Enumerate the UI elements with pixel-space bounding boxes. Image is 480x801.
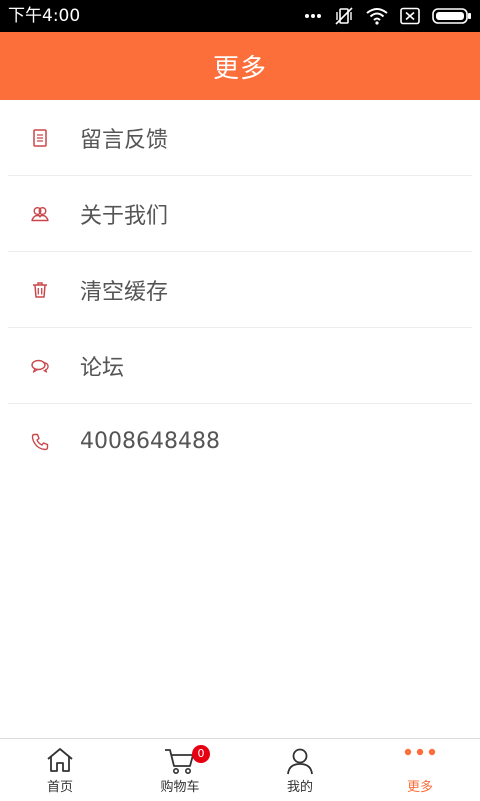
home-icon: [45, 747, 75, 773]
menu-item-forum[interactable]: 论坛: [8, 328, 472, 404]
status-time: 下午4:00: [8, 6, 81, 26]
menu-item-label: 论坛: [80, 355, 125, 381]
about-users-icon: [30, 204, 50, 224]
vibrate-off-icon: [334, 6, 354, 26]
menu-list: 留言反馈 关于我们 清空缓存 论坛 4008648488: [0, 100, 480, 479]
menu-item-phone[interactable]: 4008648488: [8, 404, 472, 479]
menu-item-label: 清空缓存: [80, 279, 169, 305]
menu-item-about-us[interactable]: 关于我们: [8, 176, 472, 252]
app-header: 更多: [0, 32, 480, 100]
battery-icon: [432, 7, 472, 25]
trash-icon: [30, 280, 50, 300]
status-icons: [304, 4, 472, 28]
feedback-document-icon: [30, 128, 50, 148]
tab-label: 更多: [406, 780, 433, 795]
tab-home[interactable]: 首页: [0, 739, 120, 801]
more-dots-icon: [403, 747, 437, 757]
menu-item-label: 关于我们: [80, 203, 169, 229]
page-title: 更多: [212, 53, 267, 84]
menu-item-feedback[interactable]: 留言反馈: [8, 100, 472, 176]
user-icon: [286, 747, 314, 775]
tab-label: 我的: [286, 780, 313, 795]
status-bar: 下午4:00: [0, 0, 480, 32]
tab-label: 购物车: [160, 780, 200, 795]
menu-item-clear-cache[interactable]: 清空缓存: [8, 252, 472, 328]
tab-mine[interactable]: 我的: [240, 739, 360, 801]
wifi-icon: [366, 7, 388, 25]
tab-more[interactable]: 更多: [360, 739, 480, 801]
sim-off-icon: [400, 7, 420, 25]
tab-cart[interactable]: 0 购物车: [120, 739, 240, 801]
tab-label: 首页: [46, 780, 73, 795]
chat-bubbles-icon: [30, 356, 50, 376]
phone-icon: [30, 432, 50, 452]
menu-item-label: 留言反馈: [80, 127, 169, 153]
menu-item-label: 4008648488: [80, 429, 220, 454]
more-dots-icon: [304, 13, 322, 19]
tab-bar: 首页 0 购物车 我的 更多: [0, 738, 480, 801]
cart-count-badge: 0: [192, 745, 210, 763]
